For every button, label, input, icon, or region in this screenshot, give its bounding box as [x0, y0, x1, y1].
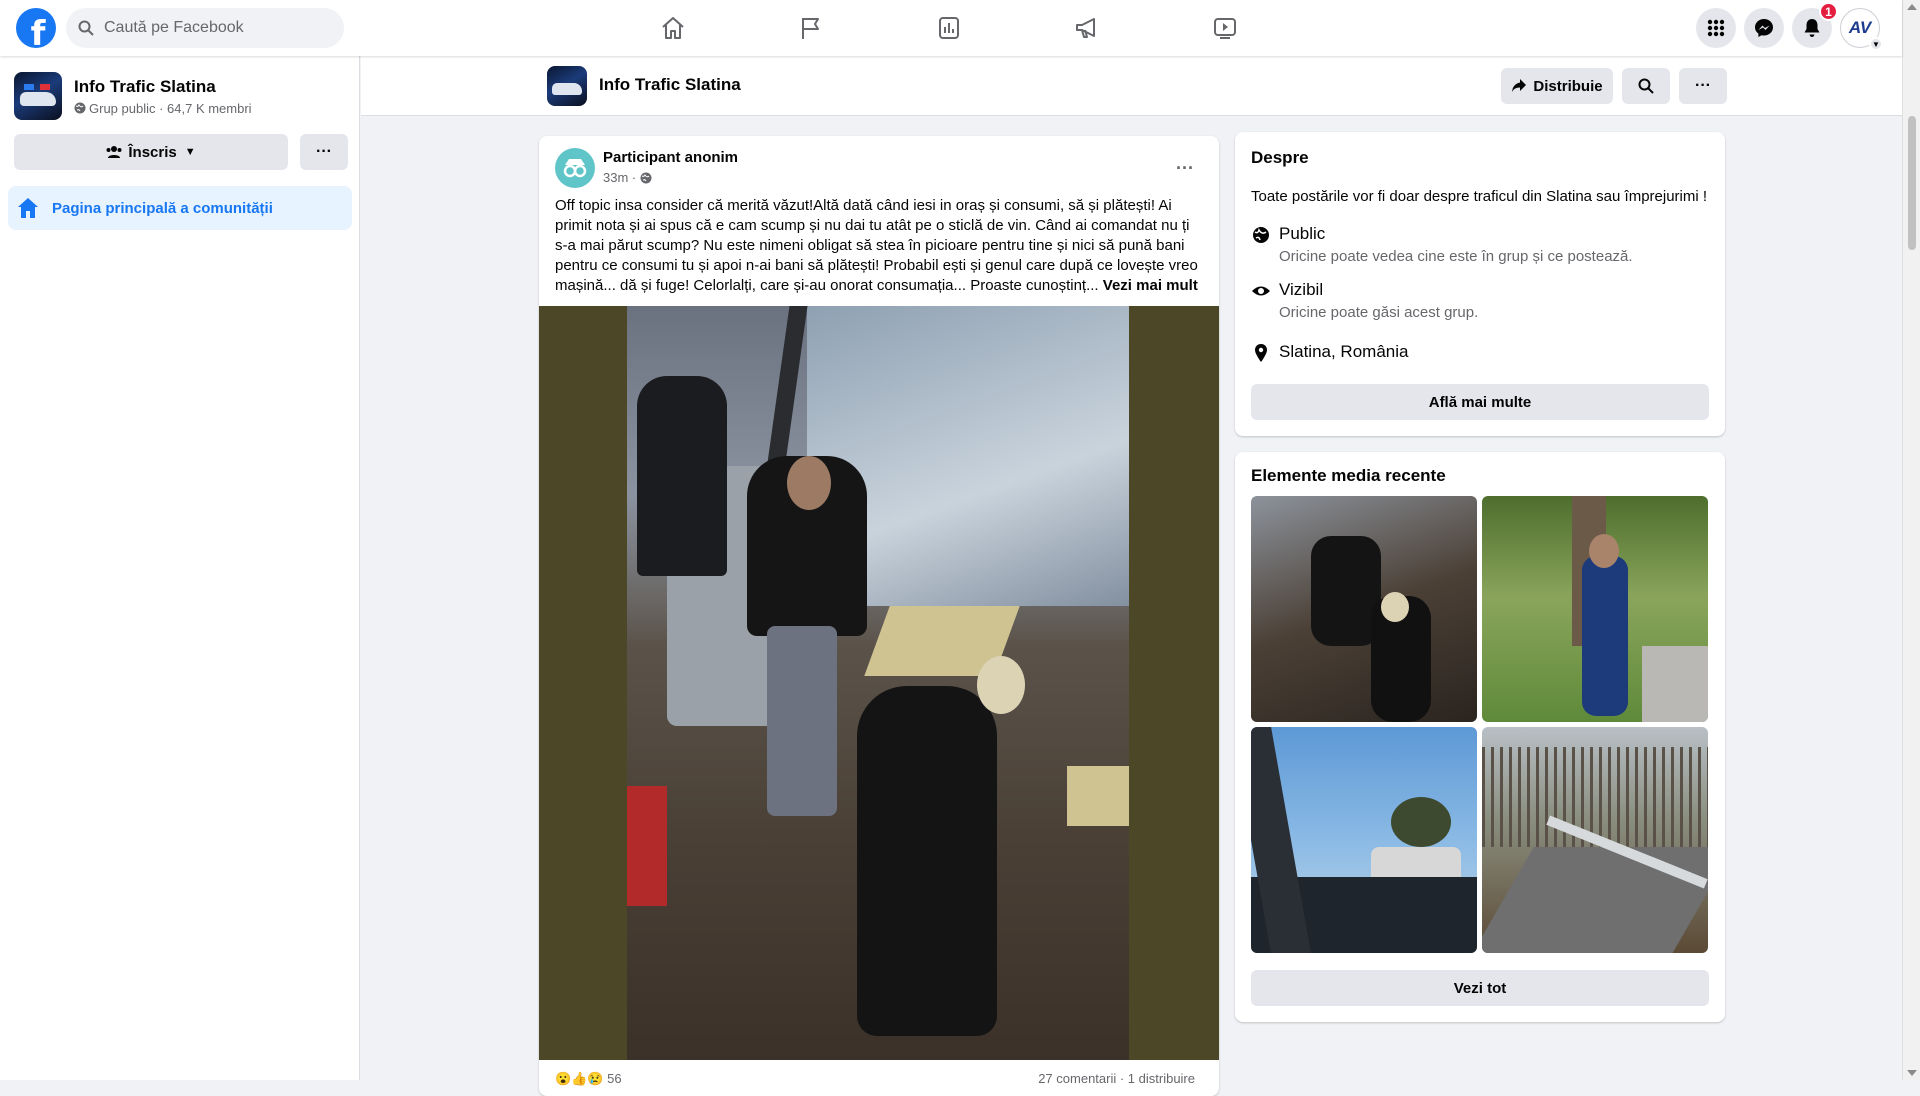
search-input[interactable]	[102, 18, 322, 38]
globe-icon	[640, 172, 652, 183]
location-text: Slatina, România	[1279, 342, 1409, 361]
chevron-down-icon: ▼	[1869, 37, 1883, 51]
search-group-button[interactable]	[1622, 68, 1670, 104]
scroll-up-arrow-icon[interactable]	[1907, 4, 1917, 10]
learn-more-button[interactable]: Află mai multe	[1251, 384, 1709, 420]
search-icon	[1638, 78, 1654, 94]
share-arrow-icon	[1512, 79, 1527, 92]
location-pin-icon	[1255, 344, 1267, 362]
watch-video-icon[interactable]	[1156, 0, 1294, 56]
media-thumbnail[interactable]	[1482, 727, 1708, 953]
about-description: Toate postările vor fi doar despre trafi…	[1251, 188, 1708, 205]
left-sidebar: Info Trafic Slatina Grup public · 64,7 K…	[0, 56, 360, 1080]
privacy-description: Oricine poate vedea cine este în grup și…	[1279, 248, 1633, 265]
messenger-icon[interactable]	[1744, 8, 1784, 48]
about-card: Despre Toate postările vor fi doar despr…	[1235, 132, 1725, 436]
see-all-button[interactable]: Vezi tot	[1251, 970, 1709, 1006]
group-meta: Grup public · 64,7 K membri	[74, 101, 252, 116]
anonymous-participant-avatar[interactable]	[555, 148, 595, 188]
visibility-title: Vizibil	[1279, 280, 1324, 299]
top-navigation-bar: f 1 AV ▼	[0, 0, 1902, 56]
post-body: Off topic insa consider că merită văzut!…	[555, 197, 1198, 294]
about-visible-row: Vizibil Oricine poate găsi acest grup.	[1251, 280, 1478, 321]
post-meta: 33m ·	[603, 170, 652, 185]
cctv-restaurant-photo	[627, 306, 1129, 1060]
media-thumbnail[interactable]	[1251, 727, 1477, 953]
account-controls: 1 AV ▼	[1696, 2, 1883, 51]
media-thumbnail[interactable]	[1482, 496, 1708, 722]
globe-icon	[1253, 227, 1269, 243]
joined-button[interactable]: Înscris ▼	[14, 134, 288, 170]
search-box[interactable]	[66, 8, 344, 48]
insights-icon[interactable]	[880, 0, 1018, 56]
group-more-button[interactable]: ···	[1679, 68, 1727, 104]
reactions-count: 😮👍😢 56	[555, 1071, 622, 1086]
eye-icon	[1252, 286, 1270, 296]
about-location-row: Slatina, România	[1251, 342, 1408, 363]
post-author[interactable]: Participant anonim	[603, 149, 738, 166]
group-sticky-header: Info Trafic Slatina Distribuie ···	[361, 56, 1902, 116]
post-photo[interactable]	[539, 306, 1219, 1060]
ads-megaphone-icon[interactable]	[1018, 0, 1156, 56]
recent-media-card: Elemente media recente Vezi tot	[1235, 452, 1725, 1022]
members-icon	[106, 146, 122, 158]
media-thumbnail[interactable]	[1251, 496, 1477, 722]
group-meta-text: Grup public · 64,7 K membri	[89, 100, 252, 116]
sidebar-item-community-home[interactable]: Pagina principală a comunității	[8, 186, 352, 230]
page-scrollbar[interactable]	[1902, 0, 1920, 1080]
notifications-bell-icon[interactable]: 1	[1792, 2, 1838, 48]
comments-summary[interactable]: 27 comentarii · 1 distribuire	[1038, 1071, 1195, 1086]
globe-icon	[74, 102, 86, 114]
notification-badge: 1	[1819, 2, 1838, 21]
scroll-down-arrow-icon[interactable]	[1907, 1070, 1917, 1076]
menu-grid-icon[interactable]	[1696, 8, 1736, 48]
main-nav-tabs	[604, 0, 1294, 56]
privacy-title: Public	[1279, 224, 1326, 243]
more-options-button[interactable]: ···	[300, 134, 348, 170]
group-name[interactable]: Info Trafic Slatina	[74, 77, 252, 97]
joined-button-label: Înscris	[128, 143, 177, 161]
group-title[interactable]: Info Trafic Slatina	[599, 75, 741, 95]
post-time[interactable]: 33m ·	[603, 170, 636, 185]
account-menu[interactable]: AV ▼	[1840, 8, 1883, 51]
home-icon	[18, 198, 38, 218]
see-more-link[interactable]: Vezi mai mult	[1103, 277, 1198, 294]
about-public-row: Public Oricine poate vedea cine este în …	[1251, 224, 1633, 265]
group-cover-thumbnail[interactable]	[14, 72, 62, 120]
reactions-summary[interactable]: 😮👍😢 56	[555, 1071, 622, 1087]
group-header: Info Trafic Slatina Grup public · 64,7 K…	[14, 72, 252, 120]
sidebar-item-label: Pagina principală a comunității	[52, 199, 273, 217]
share-button[interactable]: Distribuie	[1501, 68, 1613, 104]
post-card: Participant anonim 33m · ··· Off topic i…	[539, 136, 1219, 1096]
share-button-label: Distribuie	[1533, 77, 1603, 95]
visibility-description: Oricine poate găsi acest grup.	[1279, 304, 1479, 321]
pages-flag-icon[interactable]	[742, 0, 880, 56]
recent-media-heading: Elemente media recente	[1251, 466, 1446, 485]
post-options-icon[interactable]: ···	[1167, 150, 1203, 186]
home-icon[interactable]	[604, 0, 742, 56]
about-heading: Despre	[1251, 148, 1309, 167]
facebook-logo-icon[interactable]: f	[16, 8, 56, 48]
post-text: Off topic insa consider că merită văzut!…	[555, 196, 1205, 296]
comments-count: 27 comentarii · 1 distribuire	[1038, 1071, 1195, 1086]
caret-down-icon: ▼	[184, 146, 196, 158]
search-icon	[78, 20, 94, 36]
scrollbar-thumb[interactable]	[1908, 116, 1916, 250]
group-cover-thumbnail[interactable]	[547, 66, 587, 106]
